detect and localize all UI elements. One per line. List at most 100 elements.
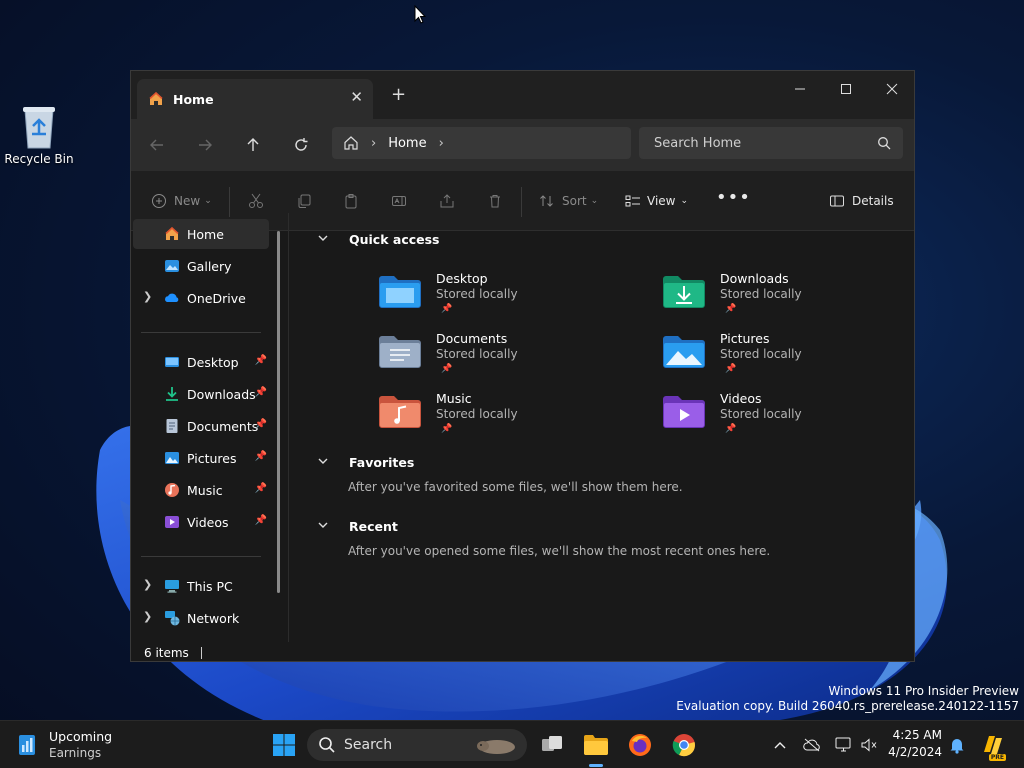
search-box[interactable]: Search Home bbox=[639, 127, 903, 159]
sidebar-item-label: Gallery bbox=[187, 258, 232, 274]
pin-icon[interactable]: 📌 bbox=[255, 483, 267, 494]
recycle-bin[interactable]: Recycle Bin bbox=[4, 104, 74, 166]
sidebar-item-label: Documents bbox=[187, 418, 259, 434]
sidebar-item-pictures[interactable]: Pictures 📌 bbox=[133, 443, 269, 473]
notifications-button[interactable] bbox=[946, 721, 968, 768]
pin-icon[interactable]: 📌 bbox=[255, 419, 267, 430]
chevron-right-icon[interactable]: ❯ bbox=[143, 610, 152, 623]
close-button[interactable] bbox=[869, 75, 914, 103]
breadcrumb-chevron-icon[interactable]: › bbox=[371, 136, 376, 151]
sidebar-item-this-pc[interactable]: ❯ This PC bbox=[133, 571, 269, 601]
pin-icon[interactable]: 📌 bbox=[255, 355, 267, 366]
sidebar-item-desktop[interactable]: Desktop 📌 bbox=[133, 347, 269, 377]
rename-icon bbox=[392, 196, 406, 206]
new-button[interactable]: New ⌄ bbox=[151, 193, 212, 209]
copilot-button[interactable]: PRE bbox=[978, 721, 1008, 768]
minimize-button[interactable] bbox=[777, 75, 823, 103]
chevron-down-icon[interactable] bbox=[317, 232, 329, 247]
tab-close-icon[interactable]: ✕ bbox=[350, 88, 363, 106]
more-options-icon[interactable]: ••• bbox=[716, 187, 751, 208]
pin-icon[interactable]: 📌 bbox=[255, 515, 267, 526]
share-button[interactable] bbox=[439, 193, 455, 209]
speaker-muted-icon bbox=[861, 738, 877, 752]
quick-access-header[interactable]: Quick access bbox=[317, 232, 440, 247]
taskbar-file-explorer[interactable] bbox=[580, 721, 612, 768]
sidebar-scrollbar[interactable] bbox=[277, 231, 280, 593]
pin-icon[interactable]: 📌 bbox=[255, 387, 267, 398]
item-status: Stored locally bbox=[720, 347, 802, 361]
quick-access-item-videos[interactable]: Videos Stored locally 📌 bbox=[662, 389, 882, 445]
quick-access-item-pictures[interactable]: Pictures Stored locally 📌 bbox=[662, 329, 882, 385]
onedrive-status-button[interactable] bbox=[800, 721, 824, 768]
chevron-right-icon[interactable]: ❯ bbox=[143, 578, 152, 591]
volume-button[interactable] bbox=[858, 721, 880, 768]
recycle-bin-icon bbox=[23, 107, 55, 149]
home-icon bbox=[149, 91, 163, 105]
breadcrumb[interactable]: › Home › bbox=[332, 127, 631, 159]
back-button[interactable] bbox=[145, 133, 169, 157]
tray-overflow-button[interactable] bbox=[770, 721, 790, 768]
details-button[interactable]: Details bbox=[829, 193, 894, 209]
delete-button[interactable] bbox=[487, 193, 503, 209]
breadcrumb-chevron-icon[interactable]: › bbox=[439, 136, 444, 151]
forward-button[interactable] bbox=[193, 133, 217, 157]
refresh-button[interactable] bbox=[289, 133, 313, 157]
chevron-down-icon: ⌄ bbox=[204, 196, 212, 206]
quick-access-item-downloads[interactable]: Downloads Stored locally 📌 bbox=[662, 269, 882, 325]
sidebar-item-home[interactable]: Home bbox=[133, 219, 269, 249]
chevron-down-icon[interactable] bbox=[317, 455, 329, 470]
clock[interactable]: 4:25 AM 4/2/2024 bbox=[880, 727, 942, 761]
taskbar: Upcoming Earnings Search 4:25 AM 4/2/202… bbox=[0, 720, 1024, 768]
videos-folder-icon bbox=[663, 396, 705, 428]
sidebar-item-gallery[interactable]: Gallery bbox=[133, 251, 269, 281]
sidebar-item-videos[interactable]: Videos 📌 bbox=[133, 507, 269, 537]
sidebar-item-label: Desktop bbox=[187, 354, 239, 370]
mouse-cursor-icon bbox=[414, 5, 426, 24]
cut-button[interactable] bbox=[248, 193, 264, 209]
copy-button[interactable] bbox=[296, 193, 312, 209]
taskbar-search[interactable]: Search bbox=[307, 729, 527, 761]
tab-home[interactable]: Home ✕ bbox=[137, 79, 373, 119]
chevron-right-icon[interactable]: ❯ bbox=[143, 290, 152, 303]
favorites-header[interactable]: Favorites bbox=[317, 455, 415, 470]
quick-access-item-music[interactable]: Music Stored locally 📌 bbox=[378, 389, 598, 445]
quick-access-item-documents[interactable]: Documents Stored locally 📌 bbox=[378, 329, 598, 385]
sidebar-item-onedrive[interactable]: ❯ OneDrive bbox=[133, 283, 269, 313]
scissors-icon bbox=[249, 193, 263, 208]
sort-button[interactable]: Sort ⌄ bbox=[539, 193, 598, 209]
task-view-button[interactable] bbox=[536, 721, 568, 768]
widgets-button[interactable]: Upcoming Earnings bbox=[16, 721, 126, 768]
paste-button[interactable] bbox=[343, 193, 359, 209]
start-button[interactable] bbox=[266, 721, 302, 768]
taskbar-chrome[interactable] bbox=[668, 721, 700, 768]
gallery-icon bbox=[165, 260, 179, 272]
recent-header[interactable]: Recent bbox=[317, 519, 398, 534]
section-title: Favorites bbox=[349, 455, 415, 470]
rename-button[interactable] bbox=[391, 193, 407, 209]
home-outline-icon bbox=[344, 136, 358, 150]
breadcrumb-home[interactable]: Home bbox=[388, 136, 426, 151]
chevron-down-icon[interactable] bbox=[317, 519, 329, 534]
new-tab-icon[interactable]: + bbox=[391, 84, 406, 105]
minimize-icon bbox=[795, 88, 805, 90]
sidebar-item-music[interactable]: Music 📌 bbox=[133, 475, 269, 505]
sidebar-item-label: Downloads bbox=[187, 386, 256, 402]
paste-icon bbox=[345, 194, 357, 209]
preview-badge: PRE bbox=[988, 754, 1006, 761]
pin-icon[interactable]: 📌 bbox=[255, 451, 267, 462]
section-title: Recent bbox=[349, 519, 398, 534]
pc-icon bbox=[165, 580, 179, 593]
sort-icon bbox=[540, 195, 553, 207]
maximize-button[interactable] bbox=[823, 75, 869, 103]
taskbar-firefox[interactable] bbox=[624, 721, 656, 768]
quick-access-item-desktop[interactable]: Desktop Stored locally 📌 bbox=[378, 269, 598, 325]
up-button[interactable] bbox=[241, 133, 265, 157]
network-status-button[interactable] bbox=[832, 721, 856, 768]
view-label: View bbox=[647, 194, 676, 208]
sidebar-item-documents[interactable]: Documents 📌 bbox=[133, 411, 269, 441]
sidebar-item-downloads[interactable]: Downloads 📌 bbox=[133, 379, 269, 409]
status-bar: 6 items bbox=[131, 642, 914, 661]
sidebar-item-network[interactable]: ❯ Network bbox=[133, 603, 269, 633]
pin-icon: 📌 bbox=[725, 364, 737, 374]
view-button[interactable]: View ⌄ bbox=[625, 193, 688, 209]
